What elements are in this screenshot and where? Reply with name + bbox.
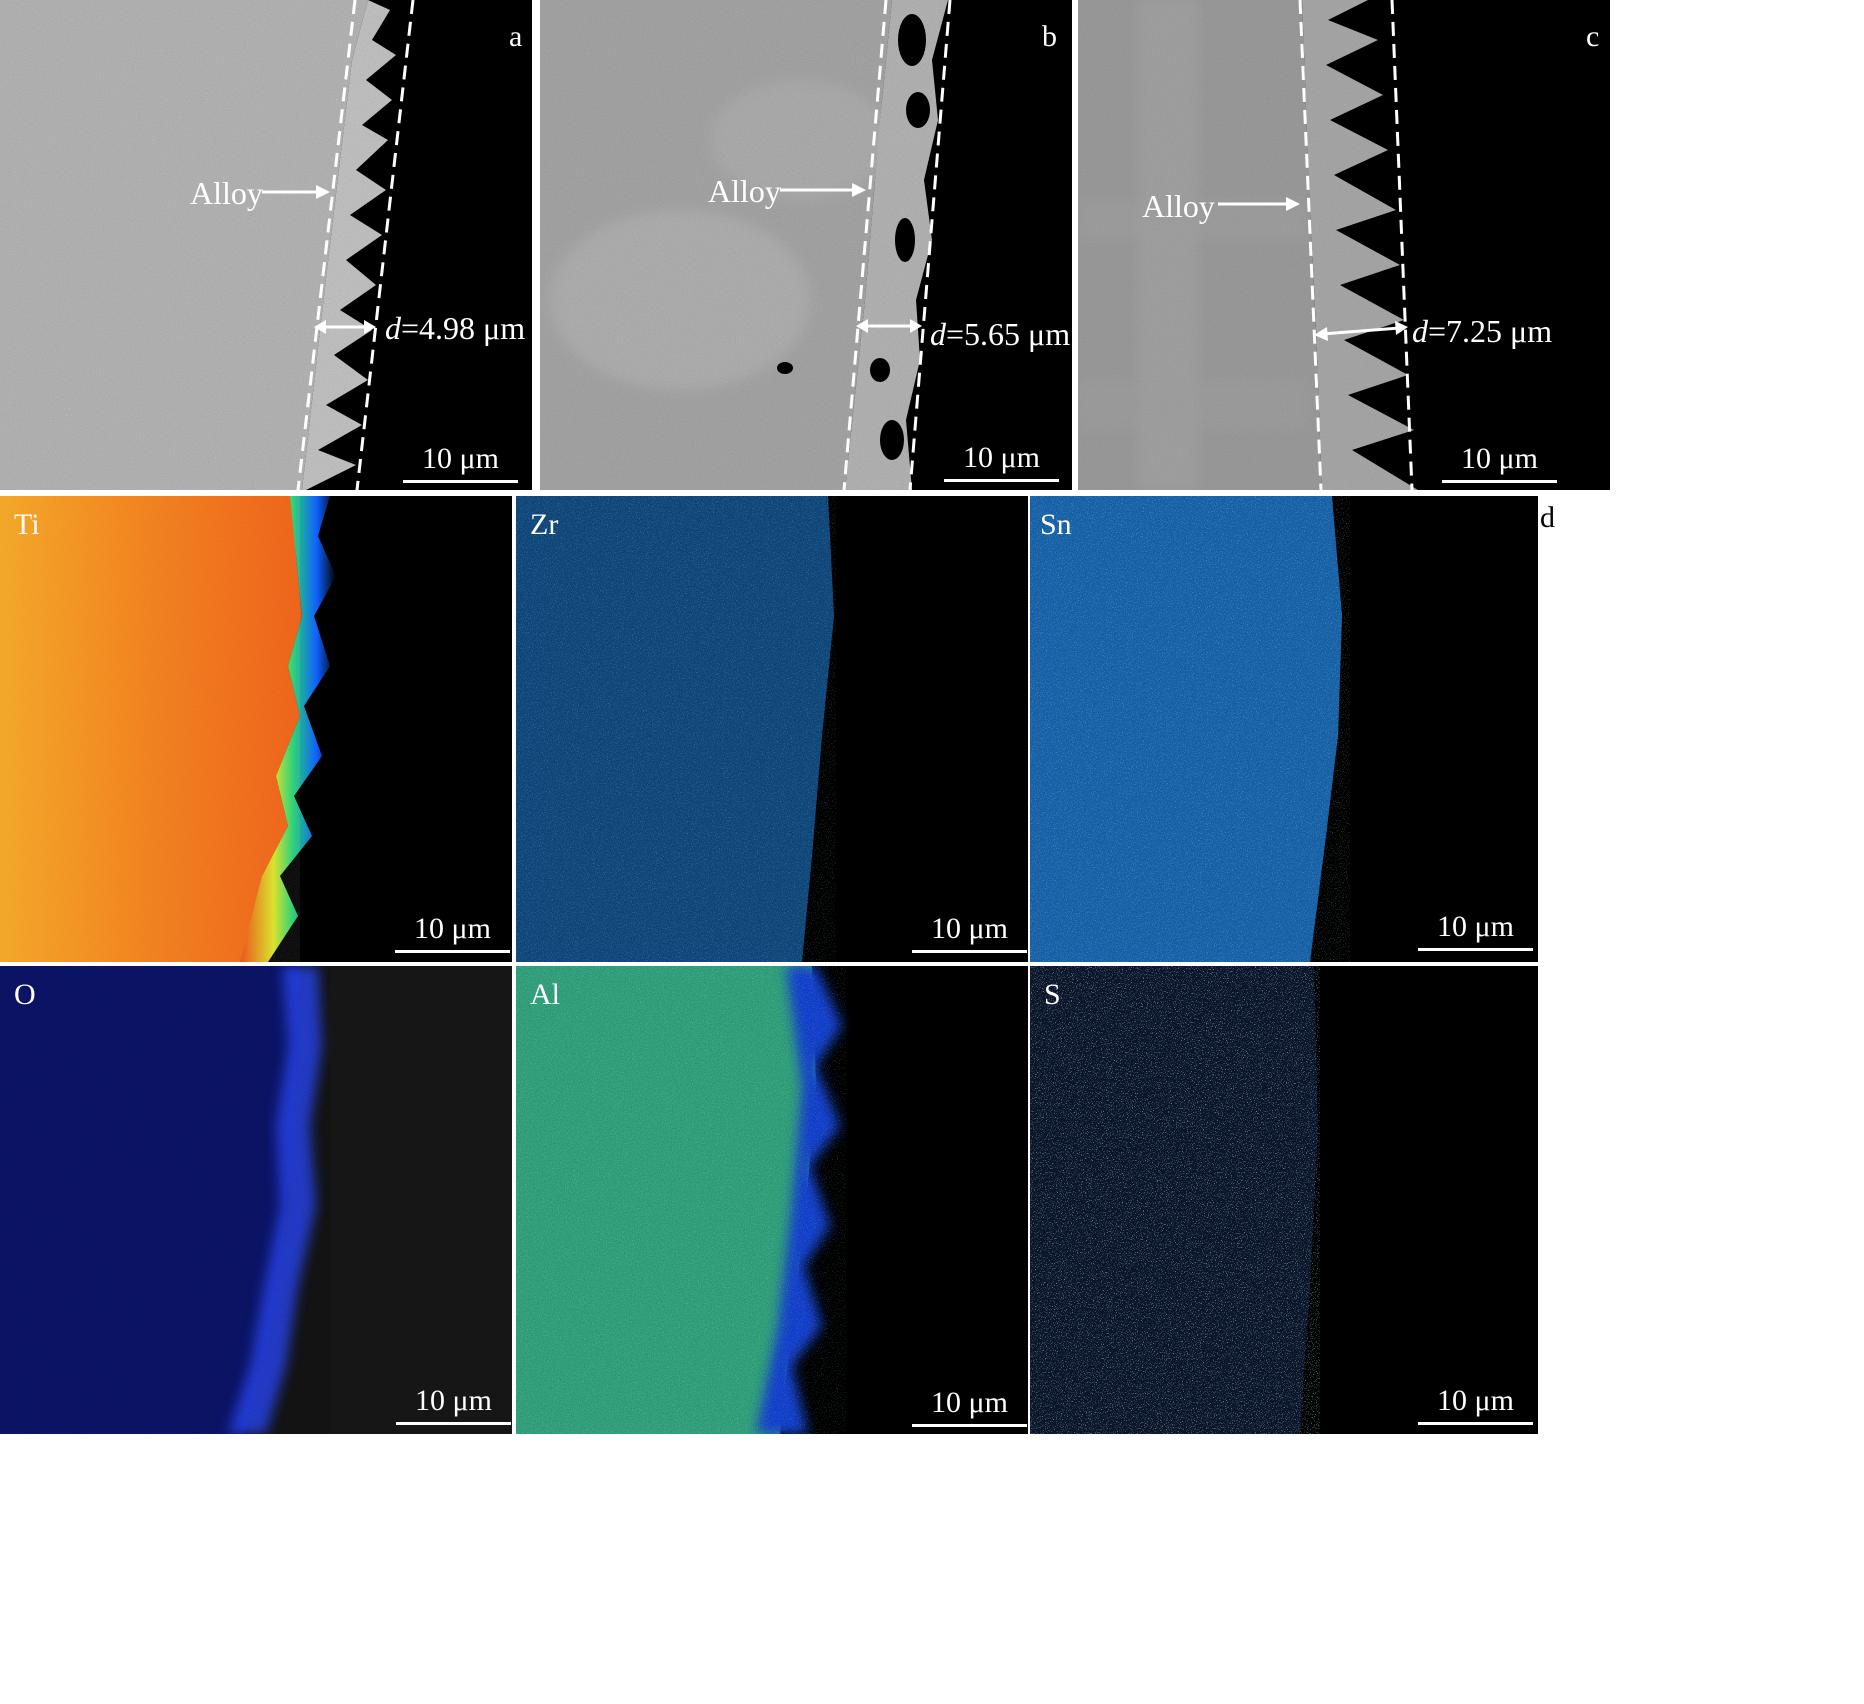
alloy-label-b: Alloy bbox=[708, 173, 781, 209]
eds-map-al: Al 10 μm bbox=[516, 966, 1028, 1434]
thickness-label-a: d=4.98 μm bbox=[385, 310, 526, 346]
panel-letter-a: a bbox=[509, 20, 523, 53]
sem-panel-a: a Alloy d=4.98 μm 10 μm bbox=[0, 0, 532, 490]
alloy-label-c: Alloy bbox=[1142, 188, 1215, 224]
element-label-sn: Sn bbox=[1040, 508, 1072, 541]
element-label-zr: Zr bbox=[530, 508, 559, 541]
eds-image-ti bbox=[0, 496, 512, 962]
eds-map-zr: Zr 10 μm bbox=[516, 496, 1028, 962]
scale-bar-b: 10 μm bbox=[944, 443, 1059, 482]
element-label-o: O bbox=[14, 978, 36, 1011]
element-label-s: S bbox=[1044, 978, 1061, 1011]
eds-map-sn: Sn 10 μm bbox=[1030, 496, 1538, 962]
element-label-al: Al bbox=[530, 978, 560, 1011]
eds-image-zr bbox=[516, 496, 1028, 962]
scale-bar-zr: 10 μm bbox=[912, 914, 1027, 953]
alloy-label-a: Alloy bbox=[190, 175, 263, 211]
panel-letter-c: c bbox=[1586, 20, 1600, 53]
sem-image-c bbox=[1078, 0, 1610, 490]
sem-panel-c: c Alloy d=7.25 μm 10 μm bbox=[1078, 0, 1610, 490]
scale-bar-a: 10 μm bbox=[403, 444, 518, 483]
eds-map-ti: Ti 10 μm bbox=[0, 496, 512, 962]
eds-map-o: O 10 μm bbox=[0, 966, 512, 1434]
eds-image-s bbox=[1030, 966, 1538, 1434]
scale-bar-sn: 10 μm bbox=[1418, 912, 1533, 951]
thickness-label-c: d=7.25 μm bbox=[1412, 313, 1553, 349]
panel-letter-b: b bbox=[1042, 20, 1057, 53]
scale-bar-s: 10 μm bbox=[1418, 1386, 1533, 1425]
eds-image-al bbox=[516, 966, 1028, 1434]
eds-image-o bbox=[0, 966, 512, 1434]
eds-map-s: S 10 μm bbox=[1030, 966, 1538, 1434]
element-label-ti: Ti bbox=[14, 508, 40, 541]
scale-bar-al: 10 μm bbox=[912, 1388, 1027, 1427]
sem-image-b bbox=[540, 0, 1072, 490]
thickness-label-b: d=5.65 μm bbox=[930, 316, 1071, 352]
sem-panel-b: b Alloy d=5.65 μm 10 μm bbox=[540, 0, 1072, 490]
scale-bar-c: 10 μm bbox=[1442, 444, 1557, 483]
scale-bar-o: 10 μm bbox=[396, 1386, 511, 1425]
eds-image-sn bbox=[1030, 496, 1538, 962]
sem-image-a bbox=[0, 0, 532, 490]
scale-bar-ti: 10 μm bbox=[395, 914, 510, 953]
panel-letter-d: d bbox=[1540, 501, 1555, 534]
